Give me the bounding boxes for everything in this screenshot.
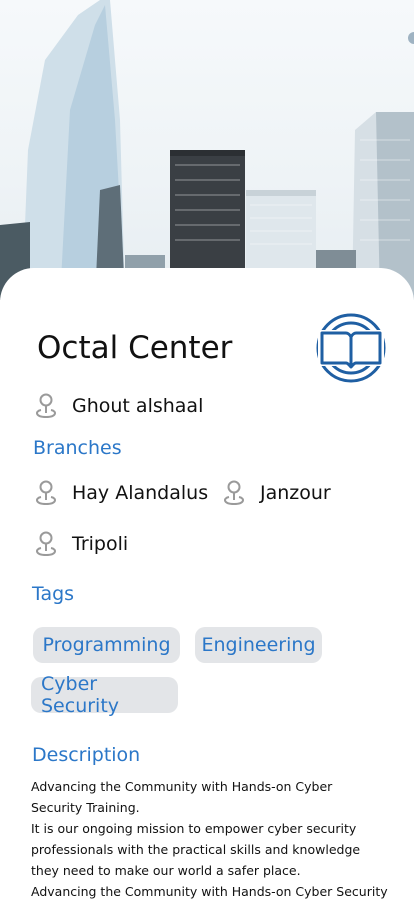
location-label: Ghout alshaal [72, 394, 204, 417]
city-buildings-illustration [0, 0, 414, 300]
location-pin-icon [36, 393, 56, 419]
branch-item[interactable]: Tripoli [33, 530, 128, 557]
tag-chip[interactable]: Programming [33, 627, 180, 663]
center-location: Ghout alshaal [33, 392, 203, 419]
branch-label: Janzour [260, 481, 331, 504]
open-book-logo-icon [316, 313, 386, 383]
location-pin-icon [224, 480, 244, 506]
description-heading: Description [32, 744, 141, 766]
branch-label: Hay Alandalus [72, 481, 209, 504]
tag-chip[interactable]: Cyber Security [31, 673, 178, 717]
description-text: Advancing the Community with Hands-on Cy… [31, 779, 388, 899]
branches-heading: Branches [33, 437, 122, 459]
branch-label: Tripoli [72, 532, 129, 555]
branch-item[interactable]: Hay Alandalus [33, 479, 208, 506]
hero-image [0, 0, 414, 300]
tags-heading: Tags [32, 583, 75, 605]
branch-item[interactable]: Janzour [221, 479, 331, 506]
tag-chip[interactable]: Engineering [195, 627, 322, 663]
location-pin-icon [36, 480, 56, 506]
center-title: Octal Center [37, 330, 233, 366]
location-pin-icon [36, 531, 56, 557]
